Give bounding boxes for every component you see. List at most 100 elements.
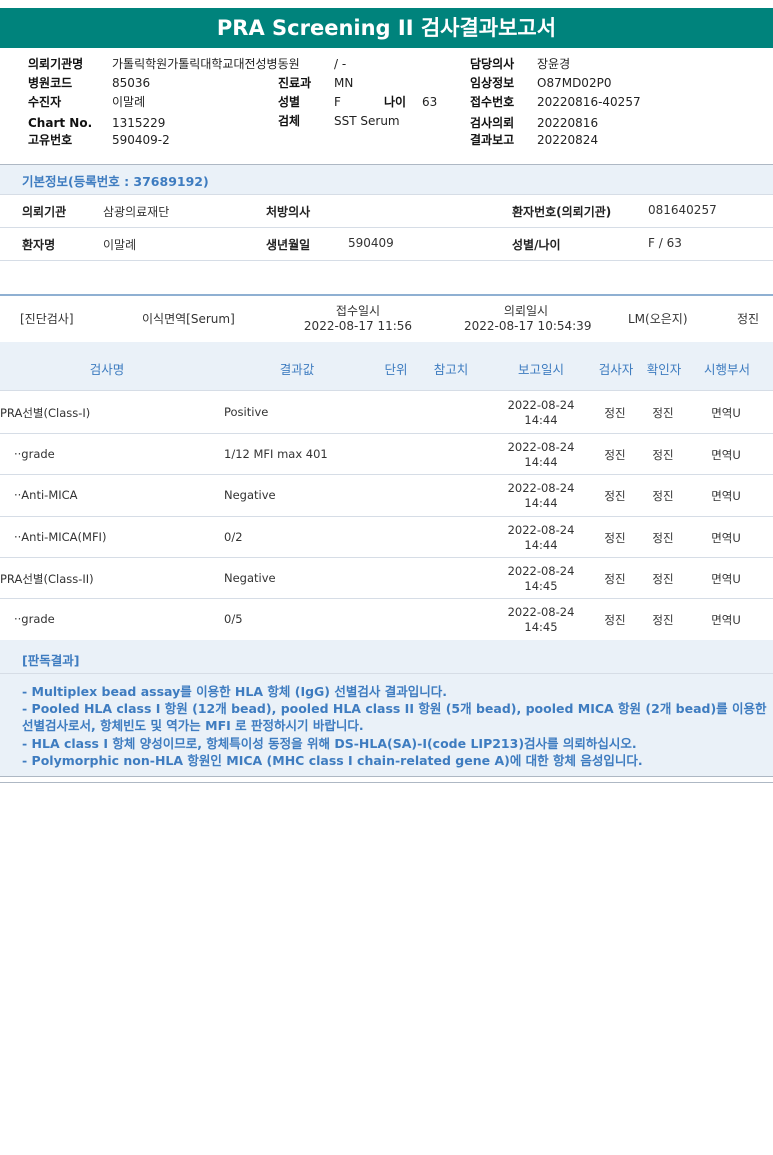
report-date: 2022-08-24	[507, 605, 575, 619]
result-value: 0/2	[224, 530, 243, 544]
tester: 정진	[604, 572, 626, 586]
patient-no-label: 환자번호(의뢰기관)	[512, 205, 612, 219]
test-name: ··grade	[14, 612, 55, 626]
divider	[0, 433, 773, 434]
request-datetime-label: 의뢰일시	[503, 304, 549, 318]
divider	[0, 227, 773, 228]
checker: 정진	[652, 531, 674, 545]
patient-name-value: 이말례	[103, 238, 137, 252]
sex-value: F	[334, 95, 341, 109]
report-time: 14:44	[524, 413, 558, 427]
tester: 정진	[604, 613, 626, 627]
report-time: 14:44	[524, 455, 558, 469]
col-department: 시행부서	[703, 362, 750, 377]
age-value: 63	[422, 95, 438, 109]
department: 면역U	[711, 489, 741, 503]
checker: 정진	[652, 613, 674, 627]
divider	[0, 390, 773, 391]
result-value: Positive	[224, 405, 269, 419]
col-checker: 확인자	[646, 362, 682, 377]
col-tester: 검사자	[598, 362, 634, 377]
report-date: 2022-08-24	[507, 564, 575, 578]
col-test-name: 검사명	[89, 362, 125, 377]
unique-no-value: 590409-2	[112, 133, 170, 147]
hospital-code-label: 병원코드	[28, 76, 73, 90]
divider	[0, 194, 773, 195]
result-value: Negative	[224, 488, 276, 502]
interpretation-line: - Polymorphic non-HLA 항원인 MICA (MHC clas…	[22, 753, 643, 768]
col-report-datetime: 보고일시	[517, 362, 564, 377]
report-time: 14:44	[524, 496, 558, 510]
col-result: 결과값	[279, 362, 315, 377]
report-time: 14:45	[524, 620, 558, 634]
specimen-value: SST Serum	[334, 114, 400, 128]
test-name: ··grade	[14, 447, 55, 461]
diagnosis-person: 정진	[737, 312, 760, 326]
chart-no-value: 1315229	[112, 116, 166, 130]
department: 면역U	[711, 613, 741, 627]
dept-value: MN	[334, 76, 354, 90]
divider	[0, 673, 773, 674]
request-date-label: 검사의뢰	[470, 116, 515, 130]
interpretation-line: - Pooled HLA class I 항원 (12개 bead), pool…	[22, 701, 767, 733]
test-name: ··Anti-MICA	[14, 488, 78, 502]
report-date-value: 20220824	[537, 133, 599, 147]
test-name: PRA선별(Class-I)	[0, 406, 91, 420]
sex-age-label: 성별/나이	[512, 238, 561, 252]
prescriber-label: 처방의사	[266, 205, 311, 219]
requester-value: 가톨릭학원가톨릭대학교대전성병동원	[112, 57, 300, 71]
divider	[0, 598, 773, 599]
report-time: 14:45	[524, 579, 558, 593]
result-value: Negative	[224, 571, 276, 585]
result-value: 0/5	[224, 612, 243, 626]
patient-no-value: 081640257	[648, 203, 717, 217]
report-title: PRA Screening II 검사결과보고서	[0, 8, 773, 48]
checker: 정진	[652, 572, 674, 586]
receipt-datetime-value: 2022-08-17 11:56	[303, 319, 413, 333]
checker: 정진	[652, 406, 674, 420]
sex-label: 성별	[278, 95, 301, 109]
institution-value: 삼광의료재단	[103, 205, 170, 219]
clinical-value: O87MD02P0	[537, 76, 612, 90]
report-date: 2022-08-24	[507, 523, 575, 537]
divider	[0, 260, 773, 261]
unique-no-label: 고유번호	[28, 133, 73, 147]
chart-no-label: Chart No.	[28, 116, 93, 130]
age-label: 나이	[384, 95, 407, 109]
tester: 정진	[604, 531, 626, 545]
tester: 정진	[604, 406, 626, 420]
diagnosis-category: [진단검사]	[20, 312, 74, 326]
dept-label: 진료과	[278, 76, 312, 90]
request-datetime-value: 2022-08-17 10:54:39	[464, 319, 592, 333]
patient-name-label: 환자명	[22, 238, 56, 252]
interpretation-title: [판독결과]	[22, 653, 80, 668]
divider	[0, 557, 773, 558]
divider	[0, 516, 773, 517]
checker: 정진	[652, 448, 674, 462]
diagnosis-specimen: 이식면역[Serum]	[142, 312, 235, 326]
receipt-datetime-label: 접수일시	[335, 304, 381, 318]
col-reference: 참고치	[433, 362, 469, 377]
examinee-label: 수진자	[28, 95, 62, 109]
requester-label: 의뢰기관명	[28, 57, 84, 71]
report-date-label: 결과보고	[470, 133, 515, 147]
request-date-value: 20220816	[537, 116, 599, 130]
report-date: 2022-08-24	[507, 398, 575, 412]
result-value: 1/12 MFI max 401	[224, 447, 328, 461]
divider	[0, 294, 773, 296]
receipt-no-label: 접수번호	[470, 95, 515, 109]
institution-label: 의뢰기관	[22, 205, 67, 219]
interpretation-line: - HLA class I 항체 양성이므로, 항체특이성 동정을 위해 DS-…	[22, 736, 637, 751]
test-name: ··Anti-MICA(MFI)	[14, 530, 107, 544]
sex-age-value: F / 63	[648, 236, 682, 250]
divider	[0, 782, 773, 783]
department: 면역U	[711, 572, 741, 586]
ward-value: / -	[334, 57, 347, 71]
test-name: PRA선별(Class-II)	[0, 572, 94, 586]
clinical-label: 임상정보	[470, 76, 515, 90]
interpretation-line: - Multiplex bead assay를 이용한 HLA 항체 (IgG)…	[22, 684, 447, 699]
doctor-label: 담당의사	[470, 57, 515, 71]
doctor-value: 장윤경	[537, 57, 571, 71]
birthdate-value: 590409	[348, 236, 394, 250]
diagnosis-location: LM(오은지)	[628, 312, 688, 326]
